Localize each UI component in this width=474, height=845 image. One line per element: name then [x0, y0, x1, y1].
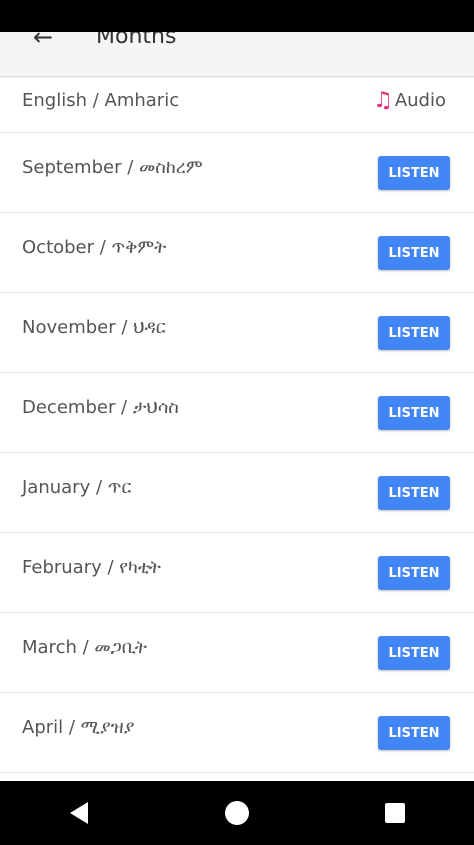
list-item: October / ጥቅምት LISTEN: [0, 213, 474, 293]
month-label: March / መጋቢት: [22, 637, 147, 658]
listen-button[interactable]: LISTEN: [378, 636, 450, 670]
page-title: Months: [96, 32, 177, 49]
month-label: December / ታህሳስ: [22, 397, 179, 418]
month-label: October / ጥቅምት: [22, 237, 167, 258]
month-label: February / የካቲት: [22, 557, 161, 578]
month-label: September / መስከረም: [22, 157, 203, 178]
system-nav-bar: [0, 781, 474, 845]
listen-button[interactable]: LISTEN: [378, 396, 450, 430]
list-item: September / መስከረም LISTEN: [0, 133, 474, 213]
audio-header: ♫ Audio: [373, 88, 446, 113]
music-note-icon: ♫: [373, 88, 393, 113]
month-label: November / ህዳር: [22, 317, 166, 338]
month-label: April / ሚያዝያ: [22, 717, 135, 738]
status-bar: [0, 0, 474, 32]
nav-back-icon[interactable]: [59, 793, 99, 833]
list-item: November / ህዳር LISTEN: [0, 293, 474, 373]
listen-button[interactable]: LISTEN: [378, 476, 450, 510]
list-header: English / Amharic ♫ Audio: [0, 76, 474, 133]
listen-button[interactable]: LISTEN: [378, 156, 450, 190]
header-language-label: English / Amharic: [22, 90, 180, 111]
months-list: September / መስከረም LISTEN October / ጥቅምት …: [0, 133, 474, 773]
list-item: March / መጋቢት LISTEN: [0, 613, 474, 693]
list-item: April / ሚያዝያ LISTEN: [0, 693, 474, 773]
listen-button[interactable]: LISTEN: [378, 556, 450, 590]
list-item: January / ጥር LISTEN: [0, 453, 474, 533]
back-arrow-icon[interactable]: ←: [26, 32, 60, 54]
audio-label: Audio: [394, 90, 446, 111]
list-item: February / የካቲት LISTEN: [0, 533, 474, 613]
month-label: January / ጥር: [22, 477, 132, 498]
listen-button[interactable]: LISTEN: [378, 316, 450, 350]
nav-home-icon[interactable]: [217, 793, 257, 833]
list-item: December / ታህሳስ LISTEN: [0, 373, 474, 453]
app-bar: ← Months: [0, 32, 474, 77]
listen-button[interactable]: LISTEN: [378, 236, 450, 270]
nav-recents-icon[interactable]: [375, 793, 415, 833]
listen-button[interactable]: LISTEN: [378, 716, 450, 750]
